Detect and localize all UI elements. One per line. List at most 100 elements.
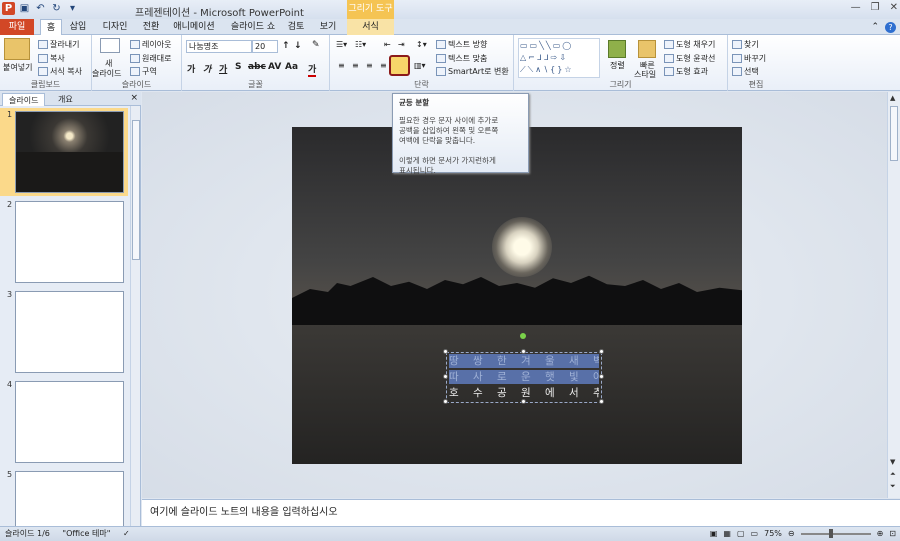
zoom-slider[interactable] (800, 529, 871, 538)
next-slide-icon[interactable]: ⏷ (890, 482, 896, 491)
decrease-indent-icon[interactable]: ⇤ (384, 40, 391, 49)
spellcheck-icon[interactable]: ✓ (123, 529, 130, 538)
minimize-icon[interactable]: — (851, 2, 861, 13)
theme-name[interactable]: "Office 테마" (62, 529, 110, 538)
scroll-up-icon[interactable]: ▲ (890, 94, 895, 102)
layout-button[interactable]: 레이아웃 (130, 39, 171, 50)
shape-outline-button[interactable]: 도형 윤곽선 (664, 53, 715, 64)
paste-button[interactable]: 붙여넣기 (3, 62, 32, 73)
tab-animations[interactable]: 애니메이션 (172, 19, 216, 35)
pane-close-icon[interactable]: × (130, 93, 138, 103)
resize-handle[interactable] (599, 399, 604, 404)
find-button[interactable]: 찾기 (732, 39, 759, 50)
shadow-button[interactable]: S (235, 62, 241, 72)
tab-review[interactable]: 검토 (286, 19, 306, 35)
shrink-font-icon[interactable]: ↓ (294, 41, 302, 51)
underline-button[interactable]: 가 (219, 62, 227, 75)
replace-button[interactable]: 바꾸기 (732, 53, 766, 64)
normal-view-icon[interactable]: ▣ (710, 527, 718, 541)
clear-format-icon[interactable]: ✎ (312, 40, 320, 50)
reset-button[interactable]: 원래대로 (130, 53, 171, 64)
slideshow-view-icon[interactable]: ▭ (751, 527, 759, 541)
slides-pane-scrollbar[interactable] (130, 106, 140, 526)
slide-thumbnail-4[interactable]: 4 (0, 378, 128, 466)
undo-icon[interactable]: ↶ (34, 2, 47, 15)
change-case-button[interactable]: Aa (285, 62, 298, 72)
text-line-3[interactable]: 호 수 공 원 에 서 추 억 을 (449, 386, 599, 400)
restore-icon[interactable]: ❐ (871, 2, 880, 13)
tab-slideshow[interactable]: 슬라이드 쇼 (228, 19, 278, 35)
tab-outline-pane[interactable]: 개요 (52, 93, 79, 106)
tab-view[interactable]: 보기 (318, 19, 338, 35)
font-color-button[interactable]: 가 (308, 62, 317, 77)
tab-insert[interactable]: 삽입 (66, 19, 90, 35)
arrange-button[interactable]: 정렬 (610, 60, 625, 71)
smartart-button[interactable]: SmartArt로 변환 (436, 66, 509, 77)
new-slide-label-2[interactable]: 슬라이드 (92, 68, 121, 79)
align-center-icon[interactable]: ≡ (352, 61, 359, 70)
justify-icon[interactable]: ≡ (380, 61, 387, 70)
text-line-2[interactable]: 따 사 로 운 햇 빛 아 래 (449, 370, 599, 384)
scroll-thumb[interactable] (890, 106, 898, 161)
customize-qat-icon[interactable]: ▾ (66, 2, 79, 15)
redo-icon[interactable]: ↻ (50, 2, 63, 15)
help-icon[interactable]: ? (885, 21, 896, 33)
slide-canvas[interactable]: 땅 쌍 한 겨 울 새 벽 따 사 로 운 햇 빛 아 래 호 수 공 원 에 … (292, 127, 742, 464)
tab-format[interactable]: 서식 (347, 19, 394, 35)
shapes-gallery[interactable]: ▭▭╲╲▭◯ △⌐ᒧᒧ⇨⇩ ⟋⟍∧∖{}☆ (518, 38, 600, 78)
slide-thumbnail-5[interactable]: 5 (0, 468, 128, 526)
tab-home[interactable]: 홈 (40, 19, 62, 36)
text-line-1[interactable]: 땅 쌍 한 겨 울 새 벽 (449, 354, 599, 368)
align-right-icon[interactable]: ≡ (366, 61, 373, 70)
line-spacing-icon[interactable]: ↕▾ (416, 40, 427, 49)
slide-thumbnail-3[interactable]: 3 (0, 288, 128, 376)
slide-thumbnail-2[interactable]: 2 (0, 198, 128, 286)
fit-window-icon[interactable]: ⊡ (889, 527, 896, 541)
shape-effects-button[interactable]: 도형 효과 (664, 66, 708, 77)
prev-slide-icon[interactable]: ⏶ (890, 470, 896, 479)
resize-handle[interactable] (521, 349, 526, 354)
resize-handle[interactable] (443, 374, 448, 379)
bold-button[interactable]: 가 (187, 62, 195, 75)
zoom-in-icon[interactable]: ⊕ (877, 527, 884, 541)
shape-fill-button[interactable]: 도형 채우기 (664, 39, 715, 50)
paste-icon[interactable] (4, 38, 30, 60)
distributed-align-button[interactable] (389, 55, 410, 76)
section-button[interactable]: 구역 (130, 66, 157, 77)
new-slide-icon[interactable] (100, 38, 120, 53)
reading-view-icon[interactable]: ▢ (737, 527, 745, 541)
editor-scrollbar[interactable]: ▲ ▼ ⏶ ⏷ (887, 92, 900, 498)
align-left-icon[interactable]: ≡ (338, 61, 345, 70)
selected-text-box[interactable]: 땅 쌍 한 겨 울 새 벽 따 사 로 운 햇 빛 아 래 호 수 공 원 에 … (446, 352, 602, 403)
grow-font-icon[interactable]: ↑ (282, 41, 290, 51)
close-icon[interactable]: ✕ (890, 2, 898, 13)
collapse-ribbon-icon[interactable]: ⌃ (871, 22, 879, 32)
notes-pane[interactable]: 여기에 슬라이드 노트의 내용을 입력하십시오 (142, 499, 900, 526)
text-direction-button[interactable]: 텍스트 방향 (436, 39, 487, 50)
columns-icon[interactable]: ▥▾ (414, 61, 426, 70)
arrange-icon[interactable] (608, 40, 626, 58)
cut-button[interactable]: 잘라내기 (38, 39, 79, 50)
zoom-out-icon[interactable]: ⊖ (788, 527, 795, 541)
bullets-icon[interactable]: ☰▾ (336, 40, 347, 49)
tab-design[interactable]: 디자인 (100, 19, 130, 35)
save-icon[interactable]: ▣ (18, 2, 31, 15)
italic-button[interactable]: 가 (203, 62, 211, 75)
sorter-view-icon[interactable]: ▦ (723, 527, 731, 541)
powerpoint-app-icon[interactable]: P (2, 2, 15, 15)
format-painter-button[interactable]: 서식 복사 (38, 66, 82, 77)
numbering-icon[interactable]: ☷▾ (355, 40, 366, 49)
strikethrough-button[interactable]: abc (248, 62, 266, 72)
resize-handle[interactable] (521, 399, 526, 404)
resize-handle[interactable] (599, 349, 604, 354)
increase-indent-icon[interactable]: ⇥ (398, 40, 405, 49)
font-size-combo[interactable]: 20 (252, 40, 278, 53)
resize-handle[interactable] (443, 349, 448, 354)
align-text-button[interactable]: 텍스트 맞춤 (436, 53, 487, 64)
font-name-combo[interactable]: 나눔명조 (186, 40, 252, 53)
tab-transitions[interactable]: 전환 (140, 19, 162, 35)
select-button[interactable]: 선택 (732, 66, 759, 77)
copy-button[interactable]: 복사 (38, 53, 65, 64)
rotation-handle[interactable] (520, 333, 526, 339)
slide-thumbnail-1[interactable]: 1 (0, 108, 128, 196)
